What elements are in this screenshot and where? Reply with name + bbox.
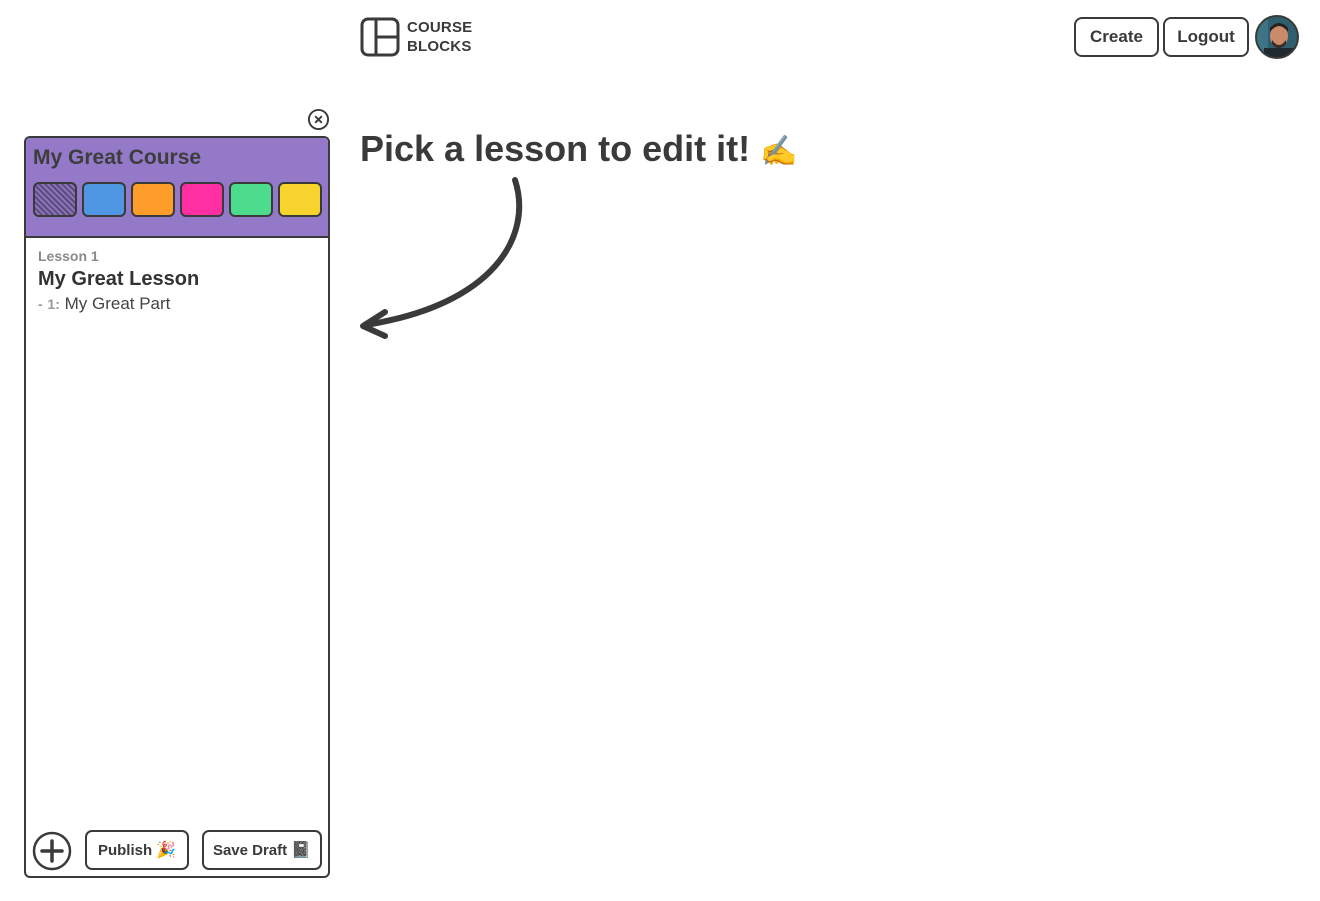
part-number: 1: <box>47 296 60 312</box>
color-swatch-pattern[interactable] <box>33 182 77 217</box>
course-title[interactable]: My Great Course <box>33 146 328 170</box>
color-swatch-yellow[interactable] <box>278 182 322 217</box>
publish-button[interactable]: Publish 🎉 <box>85 830 189 870</box>
logo[interactable]: COURSE BLOCKS <box>360 17 472 57</box>
lesson-part[interactable]: - 1: My Great Part <box>38 294 316 314</box>
lesson-title[interactable]: My Great Lesson <box>38 268 316 291</box>
color-swatch-orange[interactable] <box>131 182 175 217</box>
add-lesson-button[interactable] <box>32 831 72 871</box>
color-picker <box>33 182 328 217</box>
color-swatch-blue[interactable] <box>82 182 126 217</box>
hint-text: Pick a lesson to edit it! <box>360 128 751 169</box>
part-title: My Great Part <box>64 294 171 313</box>
save-draft-button[interactable]: Save Draft 📓 <box>202 830 322 870</box>
part-dash: - <box>38 296 43 312</box>
lesson-number: Lesson 1 <box>38 248 99 264</box>
avatar[interactable] <box>1254 14 1300 60</box>
writing-hand-icon: ✍️ <box>760 135 798 168</box>
logo-text: COURSE BLOCKS <box>407 18 472 56</box>
publish-label: Publish <box>97 841 153 859</box>
notebook-icon: 📓 <box>291 842 312 859</box>
color-swatch-pink[interactable] <box>180 182 224 217</box>
logo-line-2: BLOCKS <box>407 38 472 55</box>
logout-button[interactable]: Logout <box>1163 17 1249 57</box>
save-draft-label: Save Draft <box>212 841 288 859</box>
course-header: My Great Course <box>26 138 328 238</box>
close-icon[interactable] <box>307 108 330 131</box>
course-blocks-logo-icon <box>360 17 400 57</box>
color-swatch-green[interactable] <box>229 182 273 217</box>
party-popper-icon: 🎉 <box>156 842 177 859</box>
empty-state-hint: Pick a lesson to edit it! ✍️ <box>360 128 797 170</box>
curved-arrow-icon <box>360 177 523 339</box>
create-button[interactable]: Create <box>1074 17 1159 57</box>
lesson-list: Lesson 1 My Great Lesson - 1: My Great P… <box>26 238 328 324</box>
course-panel: My Great Course Lesson 1 My Great Lesson… <box>24 136 330 878</box>
logo-line-1: COURSE <box>407 19 473 36</box>
